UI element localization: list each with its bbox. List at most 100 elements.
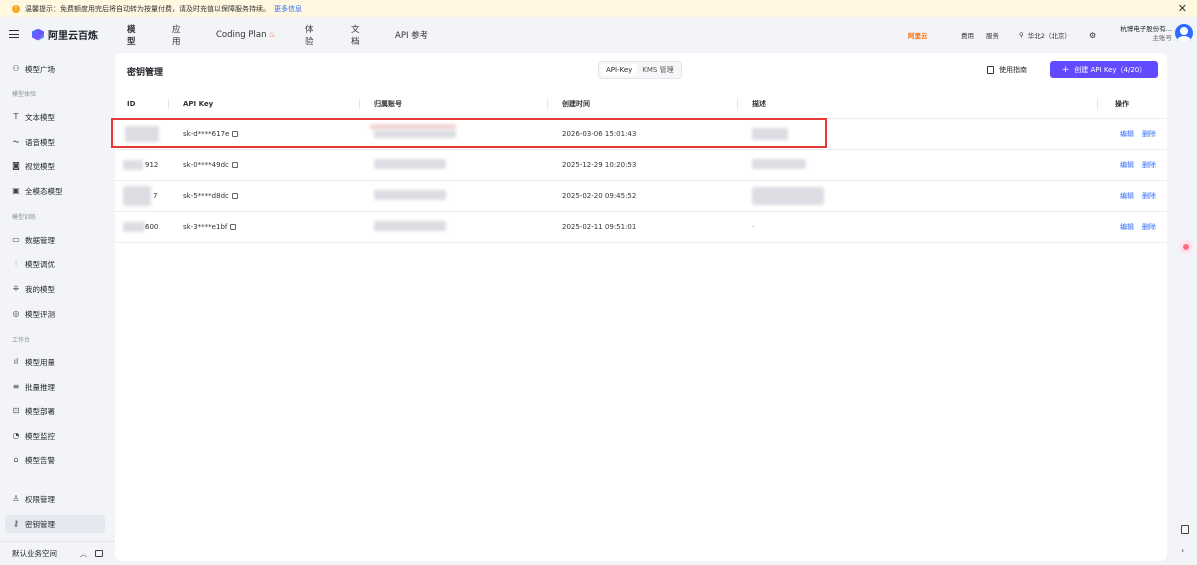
sidebar-item-batch-inference[interactable]: ≡ 批量推理 (5, 378, 105, 396)
close-icon[interactable]: ✕ (1178, 2, 1187, 15)
avatar[interactable] (1175, 24, 1193, 42)
account-info[interactable]: 杭博电子股份有... 主账号 (1115, 25, 1172, 43)
sidebar-item-model-alert[interactable]: ⌂ 模型告警 (5, 451, 105, 469)
settings-gear-icon[interactable]: ⚙ (1089, 17, 1096, 53)
row-actions: 编辑 删除 (1120, 150, 1156, 181)
table-header: ID API Key 归属账号 创建时间 描述 操作 (115, 89, 1167, 119)
nav-model[interactable]: 模型 (127, 23, 136, 47)
sidebar-item-my-models[interactable]: ⁜ 我的模型 (5, 280, 105, 298)
copy-icon[interactable] (230, 224, 237, 230)
usage-chart-icon: ıl (13, 357, 19, 366)
sidebar-item-multimodal-model[interactable]: ▣ 全模态模型 (5, 182, 105, 200)
page-title: 密钥管理 (127, 68, 164, 78)
nav-experience[interactable]: 体验 (305, 23, 314, 47)
row-actions: 编辑 删除 (1120, 212, 1156, 243)
sidebar-item-permission[interactable]: ♙ 权限管理 (5, 490, 105, 508)
collapse-sidebar-icon[interactable] (95, 550, 103, 557)
table-row: 7 sk-5****d8dc 2025-02-20 09:45:52 编辑 删除 (115, 181, 1167, 212)
delete-button[interactable]: 删除 (1142, 223, 1156, 231)
key-type-tabs: API-Key KMS 管理 (598, 61, 682, 79)
document-icon[interactable] (1181, 525, 1189, 534)
delete-button[interactable]: 删除 (1142, 161, 1156, 169)
deploy-icon: ⊡ (12, 406, 20, 415)
chevron-right-icon[interactable]: › (1181, 546, 1184, 555)
sidebar-item-model-evaluation[interactable]: ◎ 模型评测 (5, 305, 105, 323)
edit-button[interactable]: 编辑 (1120, 192, 1134, 200)
tab-api-key[interactable]: API-Key (601, 64, 638, 76)
column-description: 描述 (752, 100, 766, 108)
sidebar-item-model-plaza[interactable]: ⚇ 模型广场 (5, 60, 105, 78)
plus-icon: + (1061, 64, 1070, 75)
cell-description: - (752, 223, 755, 231)
sidebar-item-key-management[interactable]: ⚷ 密钥管理 (5, 515, 105, 533)
redacted-account (374, 221, 446, 231)
notice-more-link[interactable]: 更多信息 (274, 4, 302, 14)
cell-created-time: 2025-12-29 10:20:53 (562, 161, 637, 169)
nav-api-ref[interactable]: API 参考 (395, 29, 428, 41)
sidebar-item-label: 视觉模型 (25, 161, 55, 171)
cell-created-time: 2025-02-20 09:45:52 (562, 192, 637, 200)
column-created-time: 创建时间 (562, 100, 590, 108)
text-icon: T (13, 112, 19, 121)
edit-button[interactable]: 编辑 (1120, 161, 1134, 169)
sidebar-item-model-tuning[interactable]: ⫶ 模型调优 (5, 255, 105, 273)
api-key-text: sk-3****e1bf (183, 223, 228, 231)
tab-kms[interactable]: KMS 管理 (637, 64, 678, 76)
sidebar-item-label: 我的模型 (25, 284, 55, 294)
edit-button[interactable]: 编辑 (1120, 223, 1134, 231)
notice-bar: ! 温馨提示：免费额度用完后将自动转为按量付费，请及时充值以保障服务持续。 更多… (0, 0, 1197, 17)
cell-api-key: sk-5****d8dc (183, 181, 238, 212)
nav-docs[interactable]: 文档 (351, 23, 360, 47)
chevron-up-icon[interactable]: ︿ (80, 549, 87, 559)
brand-logo[interactable]: 阿里云百炼 (32, 27, 98, 42)
sidebar-item-label: 模型调优 (25, 259, 55, 269)
tuning-icon: ⫶ (15, 259, 17, 268)
cell-id: 912 (145, 161, 159, 169)
guide-link[interactable]: 使用指南 (987, 65, 1027, 75)
multimodal-icon: ▣ (12, 186, 20, 195)
redacted-id (123, 222, 145, 232)
sidebar-item-label: 数据管理 (25, 235, 55, 245)
nav-coding-plan[interactable]: Coding Plan ♨ (216, 30, 276, 40)
copy-icon[interactable] (231, 162, 238, 168)
sidebar-item-vision-model[interactable]: ◙ 视觉模型 (5, 157, 105, 175)
batch-icon: ≡ (12, 382, 20, 391)
account-role: 主账号 (1152, 34, 1173, 42)
sidebar-item-audio-model[interactable]: ⏦ 语音模型 (5, 133, 105, 151)
sidebar-item-model-monitor[interactable]: ◔ 模型监控 (5, 427, 105, 445)
audio-wave-icon: ⏦ (12, 137, 20, 146)
workspace-switcher[interactable]: 默认业务空间 ︿ (0, 541, 115, 565)
billing-link[interactable]: 费用 (961, 17, 974, 53)
column-divider (737, 99, 738, 109)
column-actions: 操作 (1115, 100, 1129, 108)
cell-created-time: 2025-02-11 09:51:01 (562, 223, 637, 231)
sidebar-item-model-usage[interactable]: ıl 模型用量 (5, 353, 105, 371)
create-api-key-button[interactable]: + 创建 API Key（4/20） (1050, 61, 1158, 78)
column-divider (547, 99, 548, 109)
user-icon: ♙ (12, 494, 20, 503)
column-divider (1097, 99, 1098, 109)
cell-id: 600 (145, 223, 159, 231)
delete-button[interactable]: 删除 (1142, 192, 1156, 200)
column-divider (359, 99, 360, 109)
sidebar-item-label: 批量推理 (25, 382, 55, 392)
service-link[interactable]: 服务 (986, 17, 999, 53)
my-models-icon: ⁜ (12, 284, 20, 293)
aliyun-link[interactable]: 阿里云 (908, 17, 928, 53)
sidebar-item-label: 模型部署 (25, 406, 55, 416)
assistant-float-icon[interactable] (1179, 240, 1193, 254)
sidebar-item-text-model[interactable]: T 文本模型 (5, 108, 105, 126)
menu-icon[interactable] (9, 30, 19, 38)
redacted-account (374, 190, 446, 200)
delete-button[interactable]: 删除 (1142, 130, 1156, 138)
nav-coding-plan-label: Coding Plan (216, 30, 267, 40)
right-rail (1167, 53, 1197, 565)
cell-id: 7 (153, 192, 158, 200)
sidebar-item-model-deploy[interactable]: ⊡ 模型部署 (5, 402, 105, 420)
top-bar: 阿里云百炼 模型 应用 Coding Plan ♨ 体验 文档 API 参考 阿里… (0, 17, 1197, 53)
edit-button[interactable]: 编辑 (1120, 130, 1134, 138)
region-selector[interactable]: ⚲ 华北2（北京） (1019, 17, 1071, 53)
nav-app[interactable]: 应用 (172, 23, 181, 47)
copy-icon[interactable] (231, 193, 238, 199)
sidebar-item-data-management[interactable]: ▭ 数据管理 (5, 231, 105, 249)
